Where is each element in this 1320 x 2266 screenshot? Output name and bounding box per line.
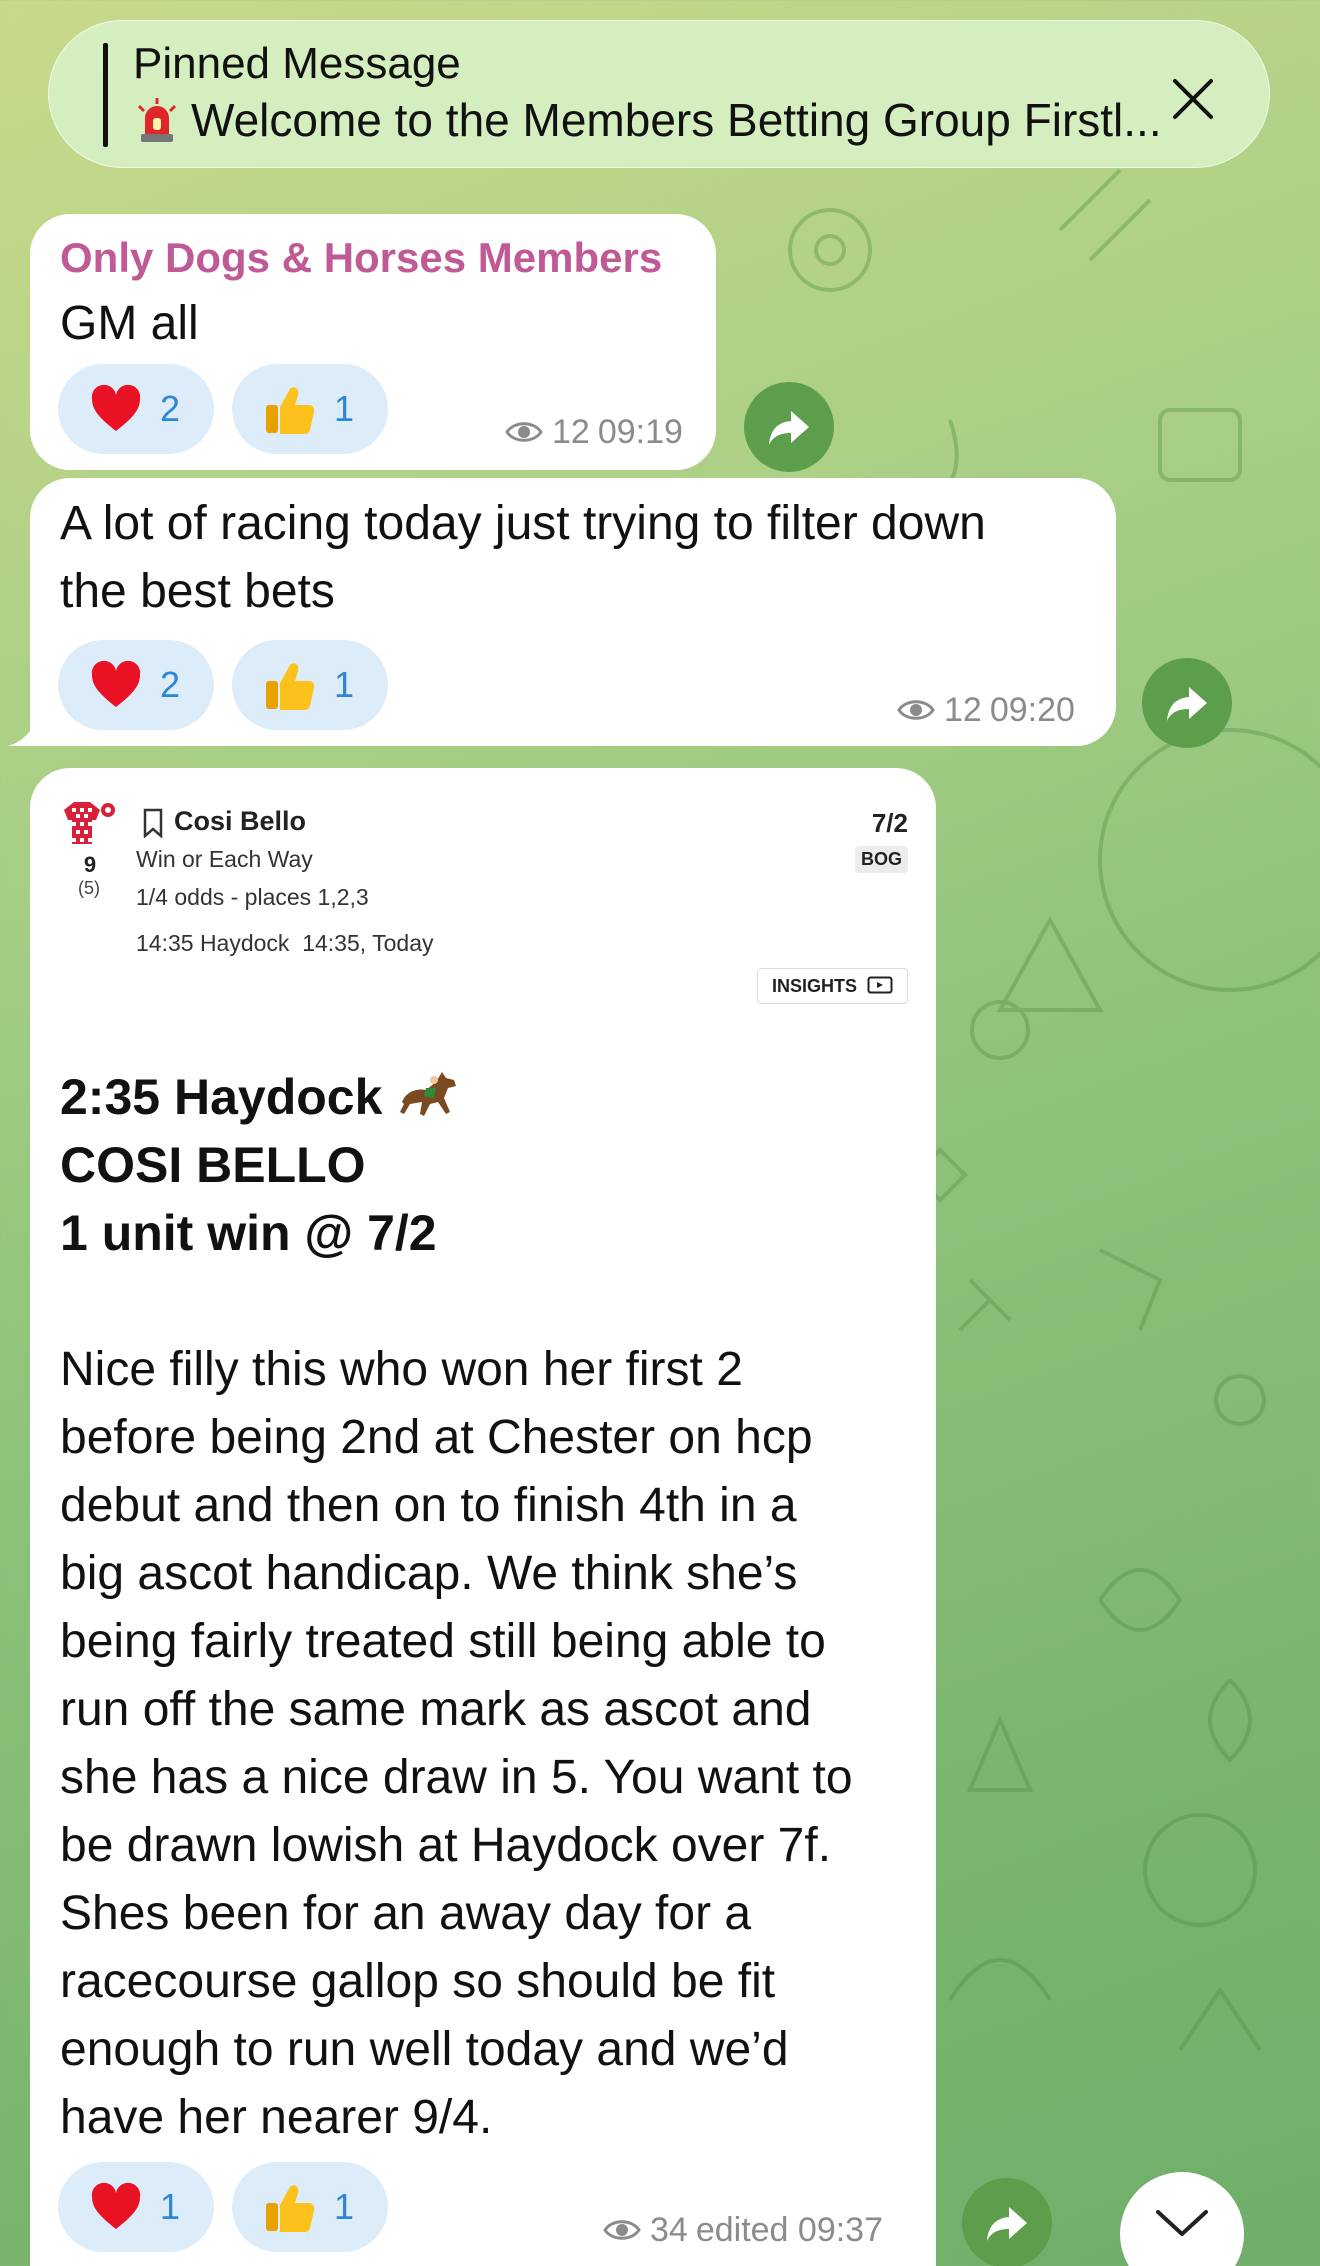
race-info: 14:35 Haydock 14:35, Today (136, 930, 434, 956)
tip-analysis: Nice filly this who won her first 2 befo… (60, 1336, 853, 2152)
share-button[interactable] (744, 382, 834, 472)
horse-name: Cosi Bello (174, 806, 307, 836)
message-bubble[interactable]: A lot of racing today just trying to fil… (30, 478, 1116, 746)
reaction-thumbs-up[interactable]: 1 (232, 364, 388, 454)
pinned-text: Welcome to the Members Betting Group Fir… (191, 94, 1162, 146)
runner-number: 9 (83, 852, 97, 877)
analysis-line: racecourse gallop so should be fit (60, 1955, 776, 2008)
view-count: 34 (650, 2210, 688, 2249)
reaction-heart[interactable]: 2 (58, 640, 214, 730)
reaction-count: 2 (160, 664, 181, 705)
eye-icon (603, 2220, 641, 2240)
scroll-to-bottom-button[interactable] (1120, 2172, 1244, 2266)
reaction-heart[interactable]: 1 (58, 2162, 214, 2252)
reaction-count: 1 (334, 2186, 355, 2227)
bet-type: Win or Each Way (136, 846, 313, 872)
view-count: 12 (944, 690, 982, 729)
analysis-line: have her nearer 9/4. (60, 2091, 493, 2144)
odds: 7/2 (871, 808, 908, 838)
reaction-heart[interactable]: 2 (58, 364, 214, 454)
red-heart-icon (91, 660, 141, 707)
analysis-line: before being 2nd at Chester on hcp (60, 1411, 813, 1464)
message-meta: 12 09:19 (504, 412, 683, 452)
reaction-count: 1 (160, 2186, 181, 2227)
analysis-line: enough to run well today and we’d (60, 2023, 789, 2076)
siren-icon (137, 98, 177, 142)
red-heart-icon (91, 2182, 141, 2229)
analysis-line: big ascot handicap. We think she’s (60, 1547, 798, 1600)
horse-racing-icon (400, 1072, 457, 1116)
message-meta: 34 edited 09:37 (602, 2210, 883, 2250)
view-count: 12 (552, 412, 590, 451)
reaction-thumbs-up[interactable]: 1 (232, 2162, 388, 2252)
thumbs-up-icon (266, 387, 315, 434)
analysis-line: be drawn lowish at Haydock over 7f. (60, 1819, 832, 1872)
message-time: 09:19 (597, 412, 683, 451)
message-line: the best bets (60, 565, 335, 618)
message-meta: 12 09:20 (896, 690, 1075, 730)
runner-draw: (5) (78, 878, 100, 898)
reactions: 2 1 (58, 640, 388, 730)
pinned-preview: Welcome to the Members Betting Group Fir… (133, 93, 1203, 147)
share-button[interactable] (962, 2178, 1052, 2266)
reaction-thumbs-up[interactable]: 1 (232, 640, 388, 730)
pinned-message-bar[interactable]: Pinned Message Welcome to the Members Be… (48, 20, 1270, 168)
tv-icon (867, 976, 893, 994)
thumbs-up-icon (266, 663, 315, 710)
reaction-count: 1 (334, 388, 355, 429)
reactions: 2 1 (58, 364, 388, 454)
analysis-line: she has a nice draw in 5. You want to (60, 1751, 853, 1804)
bookmark-icon[interactable] (142, 808, 164, 838)
chevron-down-icon (1156, 2210, 1208, 2236)
insights-button[interactable]: INSIGHTS (756, 968, 908, 1004)
share-icon (1167, 687, 1207, 721)
pinned-indicator (103, 43, 108, 147)
reactions: 1 1 (58, 2162, 388, 2252)
sender-name[interactable]: Only Dogs & Horses Members (60, 234, 662, 282)
share-icon (987, 2207, 1027, 2241)
bog-badge: BOG (854, 846, 908, 873)
red-heart-icon (91, 384, 141, 431)
reaction-count: 2 (160, 388, 181, 429)
silks-icon (64, 802, 115, 844)
share-icon (769, 411, 809, 445)
pinned-title: Pinned Message (133, 39, 461, 88)
analysis-line: run off the same mark as ascot and (60, 1683, 812, 1736)
analysis-line: debut and then on to finish 4th in a (60, 1479, 797, 1532)
each-way-terms: 1/4 odds - places 1,2,3 (136, 884, 369, 910)
analysis-line: being fairly treated still being able to (60, 1615, 826, 1668)
tip-stake: 1 unit win @ 7/2 (60, 1205, 437, 1261)
message-bubble[interactable]: Only Dogs & Horses Members GM all 2 1 12… (30, 214, 716, 470)
eye-icon (505, 422, 543, 442)
analysis-line: Shes been for an away day for a (60, 1887, 752, 1940)
eye-icon (897, 700, 935, 720)
message-time: edited 09:37 (695, 2210, 883, 2249)
share-button[interactable] (1142, 658, 1232, 748)
analysis-line: Nice filly this who won her first 2 (60, 1343, 743, 1396)
message-line: A lot of racing today just trying to fil… (60, 497, 986, 550)
message-text: GM all (60, 297, 199, 350)
tip-summary: 2:35 Haydock COSI BELLO 1 unit win @ 7/2 (60, 1063, 462, 1267)
message-text: A lot of racing today just trying to fil… (60, 490, 986, 626)
close-icon[interactable] (1165, 71, 1221, 127)
thumbs-up-icon (266, 2185, 315, 2232)
tip-selection: COSI BELLO (60, 1137, 366, 1193)
message-time: 09:20 (989, 690, 1075, 729)
message-bubble[interactable]: 9 (5) Cosi Bello Win or Each Way 1/4 odd… (30, 768, 936, 2266)
insights-label: INSIGHTS (771, 975, 857, 996)
reaction-count: 1 (334, 664, 355, 705)
tip-race: 2:35 Haydock (60, 1069, 383, 1125)
bubble-tail (8, 716, 38, 746)
